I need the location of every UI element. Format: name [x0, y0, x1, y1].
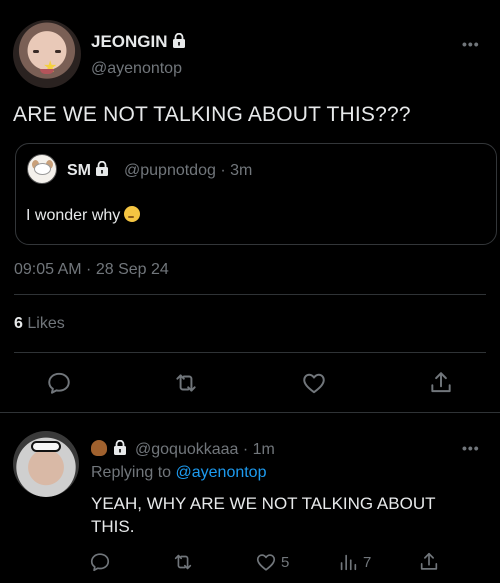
likes-count: 6 — [14, 315, 23, 332]
lock-icon — [95, 160, 109, 177]
reply-retweet-icon[interactable] — [172, 551, 194, 573]
reply-reply-icon[interactable] — [89, 551, 111, 573]
reply-author-handle[interactable]: @goquokkaaa · 1m — [135, 441, 275, 458]
views-icon[interactable] — [337, 551, 359, 573]
avatar-eye — [33, 50, 39, 53]
replying-to-prefix: Replying to — [91, 464, 172, 481]
replying-to-line: Replying to @ayenontop — [91, 464, 266, 482]
author-name-row[interactable]: JEONGIN — [91, 32, 186, 52]
lock-icon — [172, 32, 186, 49]
quoted-tweet-text: I wonder why — [26, 207, 121, 224]
quoted-author-avatar[interactable] — [27, 154, 57, 184]
likes-summary[interactable]: 6 Likes — [14, 315, 65, 333]
avatar-eye — [55, 50, 61, 53]
sunglasses-icon — [31, 441, 61, 452]
retweet-icon[interactable] — [173, 370, 199, 396]
lock-icon — [113, 439, 127, 456]
quoted-author-name: SM — [67, 162, 91, 179]
replying-to-link[interactable]: @ayenontop — [176, 464, 267, 481]
quoted-author-name-row: SM — [67, 160, 109, 180]
reply-text: YEAH, WHY ARE WE NOT TALKING ABOUT THIS. — [91, 494, 436, 536]
section-divider — [0, 412, 500, 413]
share-icon[interactable] — [428, 370, 454, 396]
divider — [14, 352, 486, 353]
reply-more-options-icon[interactable]: ••• — [462, 440, 480, 456]
squirrel-icon — [91, 440, 107, 456]
more-options-icon[interactable]: ••• — [462, 36, 480, 52]
quoted-tweet-text-row: I wonder why — [26, 206, 141, 225]
dog-face-icon — [34, 163, 51, 175]
thinking-face-icon — [124, 206, 141, 222]
author-name[interactable]: JEONGIN — [91, 32, 168, 51]
author-handle[interactable]: @ayenontop — [91, 60, 182, 78]
reply-icon[interactable] — [46, 370, 72, 396]
reply-like-icon[interactable] — [255, 551, 277, 573]
author-avatar[interactable]: ★ — [13, 20, 81, 88]
like-icon[interactable] — [301, 370, 327, 396]
quoted-author-handle: @pupnotdog · 3m — [124, 162, 253, 179]
tweet-text: ARE WE NOT TALKING ABOUT THIS??? — [13, 103, 411, 126]
tweet-timestamp[interactable]: 09:05 AM · 28 Sep 24 — [14, 261, 169, 279]
reply-author-avatar[interactable] — [13, 431, 79, 497]
quoted-tweet[interactable]: SM @pupnotdog · 3m I wonder why — [15, 143, 497, 245]
reply-share-icon[interactable] — [418, 551, 440, 573]
divider — [14, 294, 486, 295]
views-count: 7 — [363, 554, 372, 571]
reply-like-count: 5 — [281, 554, 290, 571]
reply-header[interactable]: @goquokkaaa · 1m — [91, 439, 275, 459]
likes-label: Likes — [27, 315, 65, 332]
